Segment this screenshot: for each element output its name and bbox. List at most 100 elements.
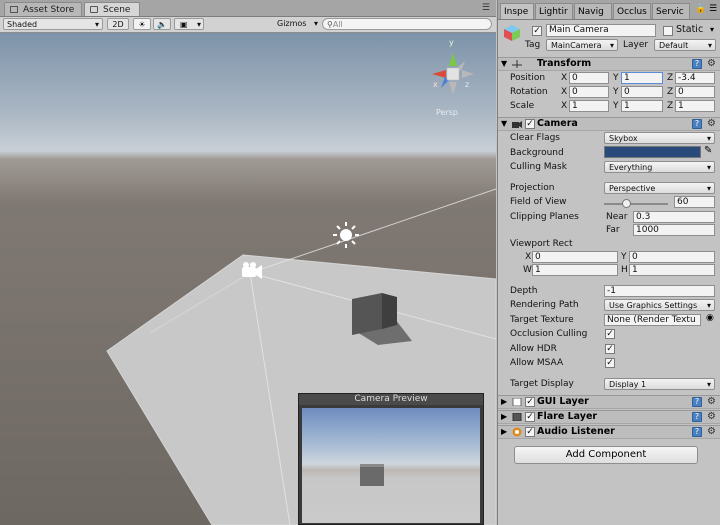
viewport-h-field[interactable]: 1 [629,264,715,276]
projection-label[interactable]: Persp [436,108,458,117]
inspector-tab-bar: Inspe Lightir Navig Occlus Servic 🔒 ☰ [498,0,720,20]
object-picker-icon[interactable]: ◉ [706,313,714,323]
axis-z-label: Z [667,101,674,111]
viewport-rect-label: Viewport Rect [510,239,573,249]
gear-icon[interactable]: ⚙ [707,58,716,70]
transform-icon [512,60,522,68]
shading-mode-value: Shaded [7,20,38,29]
sun-icon: ☀ [138,20,146,29]
tab-inspector[interactable]: Inspe [500,3,534,19]
gear-icon[interactable]: ⚙ [707,118,716,130]
near-field[interactable]: 0.3 [633,211,715,223]
cube-side [382,293,397,329]
gear-icon[interactable]: ⚙ [707,396,716,408]
scene-viewport[interactable]: y x z Persp Camera Preview [0,33,496,525]
layer-dropdown[interactable]: Default [654,39,716,51]
help-icon[interactable]: ? [692,412,702,422]
2d-toggle-button[interactable]: 2D [107,18,129,30]
occlusion-culling-checkbox[interactable]: ✓ [605,329,615,339]
clear-flags-dropdown[interactable]: Skybox [604,132,715,144]
effects-dropdown[interactable]: ▣ ▾ [174,18,204,30]
depth-field[interactable]: -1 [604,285,715,297]
flare-layer-checkbox[interactable]: ✓ [525,412,535,422]
slider-track [604,203,668,205]
scale-x-field[interactable]: 1 [569,100,609,112]
gui-layer-checkbox[interactable]: ✓ [525,397,535,407]
far-field[interactable]: 1000 [633,224,715,236]
scale-y-field[interactable]: 1 [621,100,663,112]
position-y-field[interactable]: 1 [621,72,663,84]
foldout-arrow-icon[interactable]: ▶ [501,397,507,406]
transform-header[interactable]: ▼ Transform ? ⚙ [498,57,720,71]
viewport-x-field[interactable]: 0 [532,251,618,263]
tab-scene[interactable]: Scene [84,2,140,16]
position-x-field[interactable]: 0 [569,72,609,84]
rendering-path-dropdown[interactable]: Use Graphics Settings [604,299,715,311]
background-color-swatch[interactable] [604,146,701,158]
tab-lighting[interactable]: Lightir [535,3,573,19]
camera-preview-panel: Camera Preview [298,393,484,525]
eyedropper-icon[interactable]: ✎ [704,145,712,156]
gear-icon[interactable]: ⚙ [707,411,716,423]
audio-listener-checkbox[interactable]: ✓ [525,427,535,437]
gui-layer-header[interactable]: ▶ ✓ GUI Layer ? ⚙ [498,395,720,409]
tag-dropdown[interactable]: MainCamera [546,39,618,51]
tab-navigation[interactable]: Navig [574,3,612,19]
gizmos-dropdown[interactable]: Gizmos ▾ [274,18,318,30]
allow-msaa-checkbox[interactable]: ✓ [605,358,615,368]
fov-slider[interactable] [604,199,668,209]
foldout-arrow-icon[interactable]: ▶ [501,412,507,421]
add-component-button[interactable]: Add Component [514,446,698,464]
camera-header[interactable]: ▼ ✓ Camera ? ⚙ [498,117,720,131]
scale-z-field[interactable]: 1 [675,100,715,112]
audio-toggle-button[interactable]: 🔈 [153,18,171,30]
gui-layer-icon [512,398,522,406]
slider-thumb[interactable] [622,199,631,208]
axis-y-label: Y [613,87,619,97]
scene-tab-bar: Asset Store Scene ☰ [0,0,496,17]
static-checkbox[interactable] [663,26,673,36]
target-display-dropdown[interactable]: Display 1 [604,378,715,390]
help-icon[interactable]: ? [692,59,702,69]
lock-icon[interactable]: 🔒 [695,4,706,14]
rotation-x-field[interactable]: 0 [569,86,609,98]
search-input[interactable]: ⚲All [322,18,492,30]
allow-hdr-checkbox[interactable]: ✓ [605,344,615,354]
projection-dropdown[interactable]: Perspective [604,182,715,194]
axis-z-label: Z [667,87,674,97]
active-checkbox[interactable]: ✓ [532,26,542,36]
scene-icon [90,6,98,13]
position-z-field[interactable]: -3.4 [675,72,715,84]
light-gizmo-icon[interactable] [333,222,359,248]
gear-icon[interactable]: ⚙ [707,426,716,438]
static-label: Static [676,24,704,35]
object-name-field[interactable]: Main Camera [546,24,656,37]
target-texture-field[interactable]: None (Render Textu [604,314,701,326]
viewport-y-field[interactable]: 0 [629,251,715,263]
audio-listener-header[interactable]: ▶ ✓ Audio Listener ? ⚙ [498,425,720,439]
culling-mask-dropdown[interactable]: Everything [604,161,715,173]
gameobject-cube-icon [503,24,521,42]
rotation-z-field[interactable]: 0 [675,86,715,98]
fov-field[interactable]: 60 [674,196,715,208]
shading-mode-dropdown[interactable]: Shaded ▾ [3,18,103,30]
rendering-path-value: Use Graphics Settings [609,301,698,310]
foldout-arrow-icon[interactable]: ▼ [501,119,507,128]
tab-occlusion[interactable]: Occlus [613,3,651,19]
foldout-arrow-icon[interactable]: ▶ [501,427,507,436]
tab-services[interactable]: Servic [652,3,690,19]
asset-store-icon [10,6,18,13]
lighting-toggle-button[interactable]: ☀ [133,18,151,30]
flare-layer-header[interactable]: ▶ ✓ Flare Layer ? ⚙ [498,410,720,424]
rotation-y-field[interactable]: 0 [621,86,663,98]
menu-icon[interactable]: ☰ [482,3,490,13]
help-icon[interactable]: ? [692,427,702,437]
help-icon[interactable]: ? [692,397,702,407]
help-icon[interactable]: ? [692,119,702,129]
tab-asset-store[interactable]: Asset Store [4,2,82,16]
camera-enabled-checkbox[interactable]: ✓ [525,119,535,129]
foldout-arrow-icon[interactable]: ▼ [501,59,507,68]
chevron-down-icon[interactable]: ▾ [710,25,714,34]
menu-icon[interactable]: ☰ [709,4,717,14]
viewport-w-field[interactable]: 1 [532,264,618,276]
